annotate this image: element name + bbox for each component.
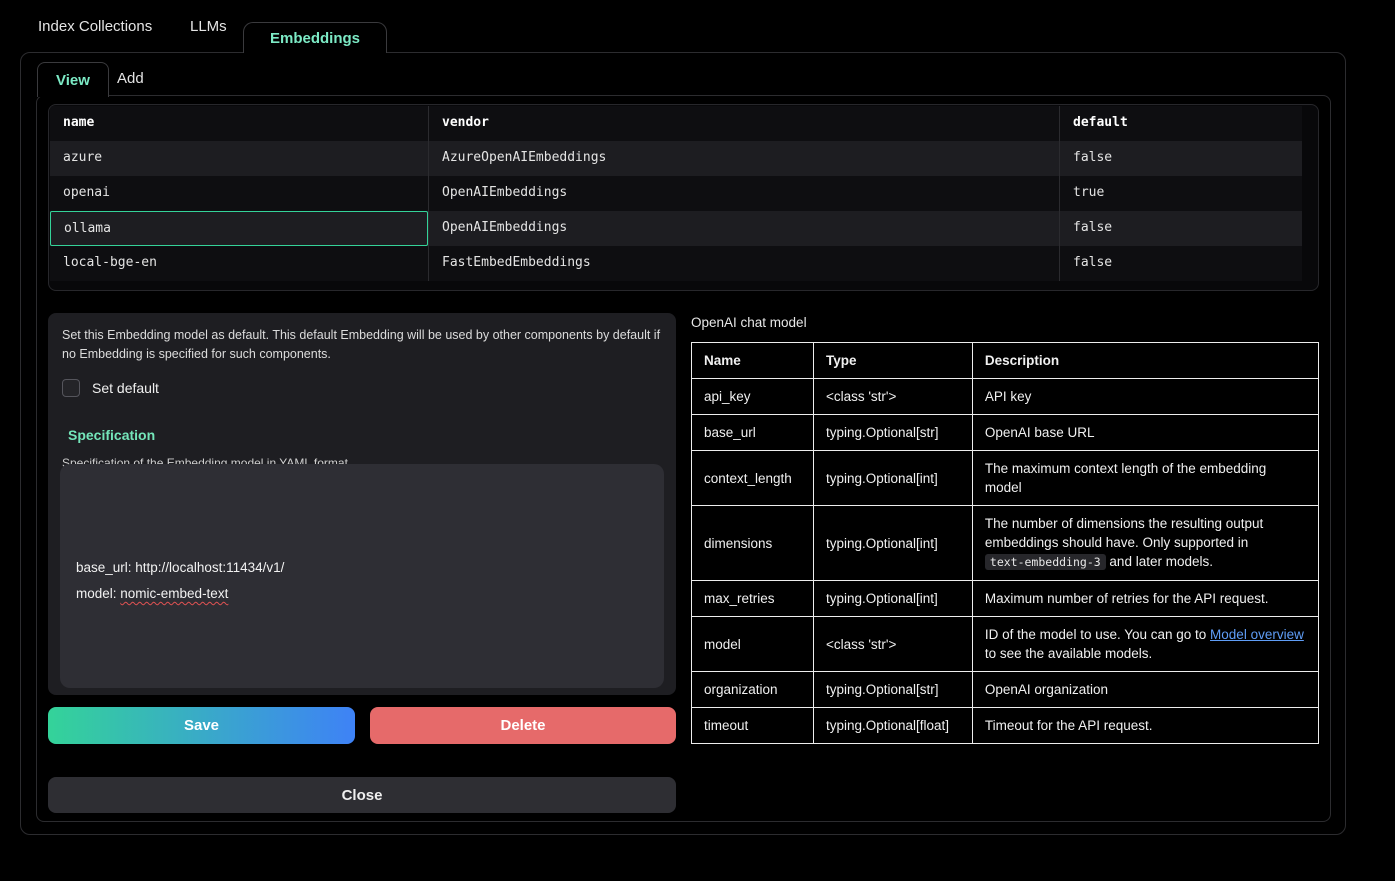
param-description-cell: Timeout for the API request. bbox=[972, 708, 1318, 744]
details-row: context_lengthtyping.Optional[int]The ma… bbox=[692, 451, 1319, 506]
set-default-label: Set default bbox=[92, 380, 159, 396]
table-cell[interactable]: false bbox=[1059, 141, 1302, 176]
param-name-cell: max_retries bbox=[692, 581, 814, 617]
param-description-cell: The maximum context length of the embedd… bbox=[972, 451, 1318, 506]
details-column-header: Type bbox=[813, 343, 972, 379]
table-cell[interactable]: AzureOpenAIEmbeddings bbox=[428, 141, 1059, 176]
save-button[interactable]: Save bbox=[48, 707, 355, 744]
param-name-cell: dimensions bbox=[692, 506, 814, 581]
model-overview-link[interactable]: Model overview bbox=[1210, 627, 1304, 642]
param-name-cell: api_key bbox=[692, 379, 814, 415]
details-column-header: Description bbox=[972, 343, 1318, 379]
param-type-cell: typing.Optional[int] bbox=[813, 506, 972, 581]
param-name-cell: organization bbox=[692, 672, 814, 708]
details-row: timeouttyping.Optional[float]Timeout for… bbox=[692, 708, 1319, 744]
table-cell[interactable]: ollama bbox=[50, 211, 428, 246]
app-window: Index Collections LLMs Embeddings View A… bbox=[0, 0, 1395, 881]
param-name-cell: model bbox=[692, 617, 814, 672]
misspelled-word: nomic-embed-text bbox=[120, 586, 228, 601]
param-description-cell: OpenAI organization bbox=[972, 672, 1318, 708]
tab-view[interactable]: View bbox=[37, 62, 109, 97]
tab-add[interactable]: Add bbox=[117, 62, 144, 95]
column-header: name bbox=[50, 106, 428, 141]
param-type-cell: typing.Optional[str] bbox=[813, 415, 972, 451]
table-cell[interactable]: false bbox=[1059, 211, 1302, 246]
model-details-table: NameTypeDescription api_key<class 'str'>… bbox=[691, 342, 1319, 744]
table-row[interactable]: azureAzureOpenAIEmbeddingsfalse bbox=[50, 141, 1302, 176]
tab-index-collections[interactable]: Index Collections bbox=[38, 0, 152, 52]
embeddings-table: namevendordefaultazureAzureOpenAIEmbeddi… bbox=[48, 104, 1319, 291]
param-type-cell: <class 'str'> bbox=[813, 617, 972, 672]
yaml-line: base_url: http://localhost:11434/v1/ bbox=[76, 555, 648, 581]
close-button[interactable]: Close bbox=[48, 777, 676, 813]
details-column-header: Name bbox=[692, 343, 814, 379]
param-description-cell: Maximum number of retries for the API re… bbox=[972, 581, 1318, 617]
set-default-checkbox[interactable] bbox=[62, 379, 80, 397]
table-cell[interactable]: OpenAIEmbeddings bbox=[428, 176, 1059, 211]
param-description-cell: ID of the model to use. You can go to Mo… bbox=[972, 617, 1318, 672]
param-name-cell: timeout bbox=[692, 708, 814, 744]
resize-handle-icon[interactable] bbox=[650, 674, 660, 684]
table-cell[interactable]: OpenAIEmbeddings bbox=[428, 211, 1059, 246]
param-type-cell: typing.Optional[float] bbox=[813, 708, 972, 744]
table-row[interactable]: openaiOpenAIEmbeddingstrue bbox=[50, 176, 1302, 211]
details-row: dimensionstyping.Optional[int]The number… bbox=[692, 506, 1319, 581]
table-cell[interactable]: FastEmbedEmbeddings bbox=[428, 246, 1059, 281]
set-default-checkbox-row[interactable]: Set default bbox=[62, 379, 676, 397]
details-row: max_retriestyping.Optional[int]Maximum n… bbox=[692, 581, 1319, 617]
param-description-cell: The number of dimensions the resulting o… bbox=[972, 506, 1318, 581]
delete-button[interactable]: Delete bbox=[370, 707, 676, 744]
column-header: default bbox=[1059, 106, 1302, 141]
specification-heading: Specification bbox=[68, 427, 676, 443]
details-row: organizationtyping.Optional[str]OpenAI o… bbox=[692, 672, 1319, 708]
column-header: vendor bbox=[428, 106, 1059, 141]
param-name-cell: base_url bbox=[692, 415, 814, 451]
param-type-cell: typing.Optional[str] bbox=[813, 672, 972, 708]
table-cell[interactable]: local-bge-en bbox=[50, 246, 428, 281]
details-row: base_urltyping.Optional[str]OpenAI base … bbox=[692, 415, 1319, 451]
param-description-cell: OpenAI base URL bbox=[972, 415, 1318, 451]
details-row: api_key<class 'str'>API key bbox=[692, 379, 1319, 415]
default-description: Set this Embedding model as default. Thi… bbox=[62, 326, 662, 365]
yaml-line: model: nomic-embed-text bbox=[76, 581, 648, 607]
details-row: model<class 'str'>ID of the model to use… bbox=[692, 617, 1319, 672]
code-chip: text-embedding-3 bbox=[985, 554, 1106, 570]
yaml-spec-textarea[interactable]: base_url: http://localhost:11434/v1/mode… bbox=[60, 464, 664, 688]
table-row[interactable]: ollamaOpenAIEmbeddingsfalse bbox=[50, 211, 1302, 246]
table-cell[interactable]: false bbox=[1059, 246, 1302, 281]
default-settings-panel: Set this Embedding model as default. Thi… bbox=[48, 313, 676, 695]
param-type-cell: <class 'str'> bbox=[813, 379, 972, 415]
param-type-cell: typing.Optional[int] bbox=[813, 581, 972, 617]
model-details-title: OpenAI chat model bbox=[691, 315, 807, 330]
tab-llms[interactable]: LLMs bbox=[190, 0, 227, 52]
table-row[interactable]: local-bge-enFastEmbedEmbeddingsfalse bbox=[50, 246, 1302, 281]
table-cell[interactable]: openai bbox=[50, 176, 428, 211]
param-description-cell: API key bbox=[972, 379, 1318, 415]
table-cell[interactable]: azure bbox=[50, 141, 428, 176]
tab-embeddings[interactable]: Embeddings bbox=[243, 22, 387, 53]
details-header-row: NameTypeDescription bbox=[692, 343, 1319, 379]
table-cell[interactable]: true bbox=[1059, 176, 1302, 211]
param-name-cell: context_length bbox=[692, 451, 814, 506]
param-type-cell: typing.Optional[int] bbox=[813, 451, 972, 506]
embeddings-table-header-row: namevendordefault bbox=[50, 106, 1302, 141]
